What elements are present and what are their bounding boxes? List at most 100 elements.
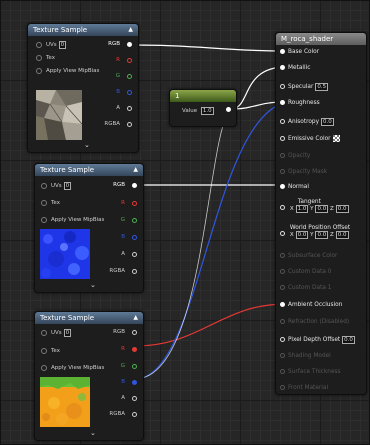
material-graph-canvas[interactable]: Texture Sample ▲ UVs 0 Tex Apply View Mip…: [0, 0, 370, 445]
pin-icon[interactable]: [280, 65, 285, 70]
tangent-z[interactable]: 0.0: [335, 205, 349, 213]
input-tangent[interactable]: Tangent X 1.0 Y 0.0 Z 0.0: [280, 199, 349, 213]
uvs-value[interactable]: 0: [58, 41, 67, 49]
input-mipbias[interactable]: Apply View MipBias: [36, 67, 99, 75]
input-anisotropy[interactable]: Anisotropy 0.0: [280, 118, 334, 126]
input-world-position-offset[interactable]: World Position Offset X 0.0 Y 0.0 Z 0.0: [280, 225, 350, 239]
output-a-pin[interactable]: [132, 396, 137, 401]
input-emissive-color[interactable]: Emissive Color: [280, 135, 340, 142]
texture-sample-node-1[interactable]: Texture Sample ▲ UVs 0 Tex Apply View Mip…: [27, 23, 139, 153]
output-g-pin[interactable]: [132, 364, 137, 369]
input-ambient-occlusion[interactable]: Ambient Occlusion: [280, 302, 342, 308]
output-rgb-pin[interactable]: [127, 42, 132, 47]
output-a-pin[interactable]: [132, 252, 137, 257]
pin-icon[interactable]: [41, 329, 47, 336]
expand-down-icon[interactable]: ⌄: [90, 429, 96, 437]
texture-sample-node-3[interactable]: Texture Sample ▲ UVs 0 Tex Apply View Mip…: [34, 311, 144, 441]
output-rgba-pin[interactable]: [132, 412, 137, 417]
collapse-up-icon[interactable]: ▲: [133, 312, 138, 324]
output-rgb-pin[interactable]: [132, 330, 137, 335]
output-b-pin[interactable]: [132, 380, 137, 385]
pin-icon[interactable]: [280, 119, 285, 124]
wire-r-to-ambient-occlusion: [134, 303, 287, 347]
pin-icon[interactable]: [41, 199, 47, 206]
uvs-value[interactable]: 0: [63, 182, 72, 190]
input-mipbias[interactable]: Apply View MipBias: [41, 364, 104, 372]
expand-down-icon[interactable]: ⌄: [84, 141, 90, 149]
wpo-y[interactable]: 0.0: [315, 231, 329, 239]
output-r-pin[interactable]: [132, 201, 137, 206]
input-label: Refraction (Disabled): [288, 319, 350, 325]
output-rgb-pin[interactable]: [132, 183, 137, 188]
pin-icon[interactable]: [280, 231, 285, 236]
input-tex[interactable]: Tex: [36, 54, 55, 62]
pin-icon[interactable]: [41, 216, 47, 223]
input-tex[interactable]: Tex: [41, 199, 60, 207]
emissive-swatch-icon[interactable]: [332, 135, 340, 142]
input-specular[interactable]: Specular 0.5: [280, 83, 329, 91]
value-row[interactable]: Value 1.0: [182, 107, 214, 115]
constant-node[interactable]: 1 Value 1.0: [169, 89, 237, 127]
wpo-x[interactable]: 0.0: [295, 231, 309, 239]
node-title[interactable]: M_roca_shader: [276, 33, 366, 45]
pin-icon[interactable]: [41, 182, 47, 189]
input-label: Specular: [288, 84, 314, 90]
input-normal[interactable]: Normal: [280, 184, 309, 190]
wpo-z[interactable]: 0.0: [335, 231, 349, 239]
material-result-node[interactable]: M_roca_shader Base Color Metallic Specul…: [275, 32, 367, 395]
node-title[interactable]: 1: [170, 90, 236, 102]
texture-sample-node-2[interactable]: Texture Sample ▲ UVs 0 Tex Apply View Mip…: [34, 163, 144, 293]
node-title[interactable]: Texture Sample ▲: [35, 164, 143, 176]
output-rgba-pin[interactable]: [127, 122, 132, 127]
pin-icon[interactable]: [280, 100, 285, 105]
output-g-pin[interactable]: [127, 74, 132, 79]
output-b-pin[interactable]: [127, 90, 132, 95]
uvs-value[interactable]: 0: [63, 329, 72, 337]
input-uvs[interactable]: UVs 0: [36, 41, 67, 49]
pin-icon[interactable]: [41, 364, 47, 371]
output-a-pin[interactable]: [127, 106, 132, 111]
pixel-depth-value[interactable]: 0.0: [342, 336, 355, 344]
pin-icon[interactable]: [36, 41, 42, 48]
anisotropy-value[interactable]: 0.0: [321, 118, 334, 126]
input-mipbias[interactable]: Apply View MipBias: [41, 216, 104, 224]
output-b-label: B: [121, 379, 125, 385]
output-rgba-pin[interactable]: [132, 269, 137, 274]
collapse-up-icon[interactable]: ▲: [128, 24, 133, 36]
output-r-pin[interactable]: [132, 347, 137, 352]
pin-icon[interactable]: [280, 136, 285, 141]
specular-value[interactable]: 0.5: [315, 83, 329, 91]
input-surface-thickness: Surface Thickness: [280, 369, 341, 375]
tangent-x[interactable]: 1.0: [295, 205, 309, 213]
tangent-y[interactable]: 0.0: [315, 205, 329, 213]
collapse-up-icon[interactable]: ▲: [133, 164, 138, 176]
input-tex[interactable]: Tex: [41, 347, 60, 355]
expand-down-icon[interactable]: ⌄: [90, 281, 96, 289]
normal-map-preview: [40, 229, 90, 279]
node-title-text: Texture Sample: [33, 26, 88, 34]
input-uvs[interactable]: UVs 0: [41, 182, 72, 190]
input-uvs[interactable]: UVs 0: [41, 329, 72, 337]
output-r-pin[interactable]: [127, 58, 132, 63]
input-pixel-depth-offset[interactable]: Pixel Depth Offset 0.0: [280, 336, 355, 344]
pin-icon[interactable]: [280, 337, 285, 342]
input-roughness[interactable]: Roughness: [280, 100, 320, 106]
input-label: Opacity Mask: [288, 169, 328, 175]
input-base-color[interactable]: Base Color: [280, 49, 319, 55]
pin-icon[interactable]: [36, 54, 42, 61]
pin-icon[interactable]: [280, 205, 285, 210]
pin-icon[interactable]: [280, 84, 285, 89]
input-metallic[interactable]: Metallic: [280, 65, 310, 71]
output-pin[interactable]: [226, 107, 231, 112]
output-g-pin[interactable]: [132, 218, 137, 223]
pin-icon[interactable]: [41, 347, 47, 354]
output-g-label: G: [115, 73, 120, 79]
pin-icon[interactable]: [36, 67, 42, 74]
pin-icon[interactable]: [280, 184, 285, 189]
output-b-pin[interactable]: [132, 235, 137, 240]
pin-icon[interactable]: [280, 49, 285, 54]
node-title[interactable]: Texture Sample ▲: [35, 312, 143, 324]
pin-icon[interactable]: [280, 302, 285, 307]
node-title[interactable]: Texture Sample ▲: [28, 24, 138, 36]
value-field[interactable]: 1.0: [200, 107, 214, 115]
